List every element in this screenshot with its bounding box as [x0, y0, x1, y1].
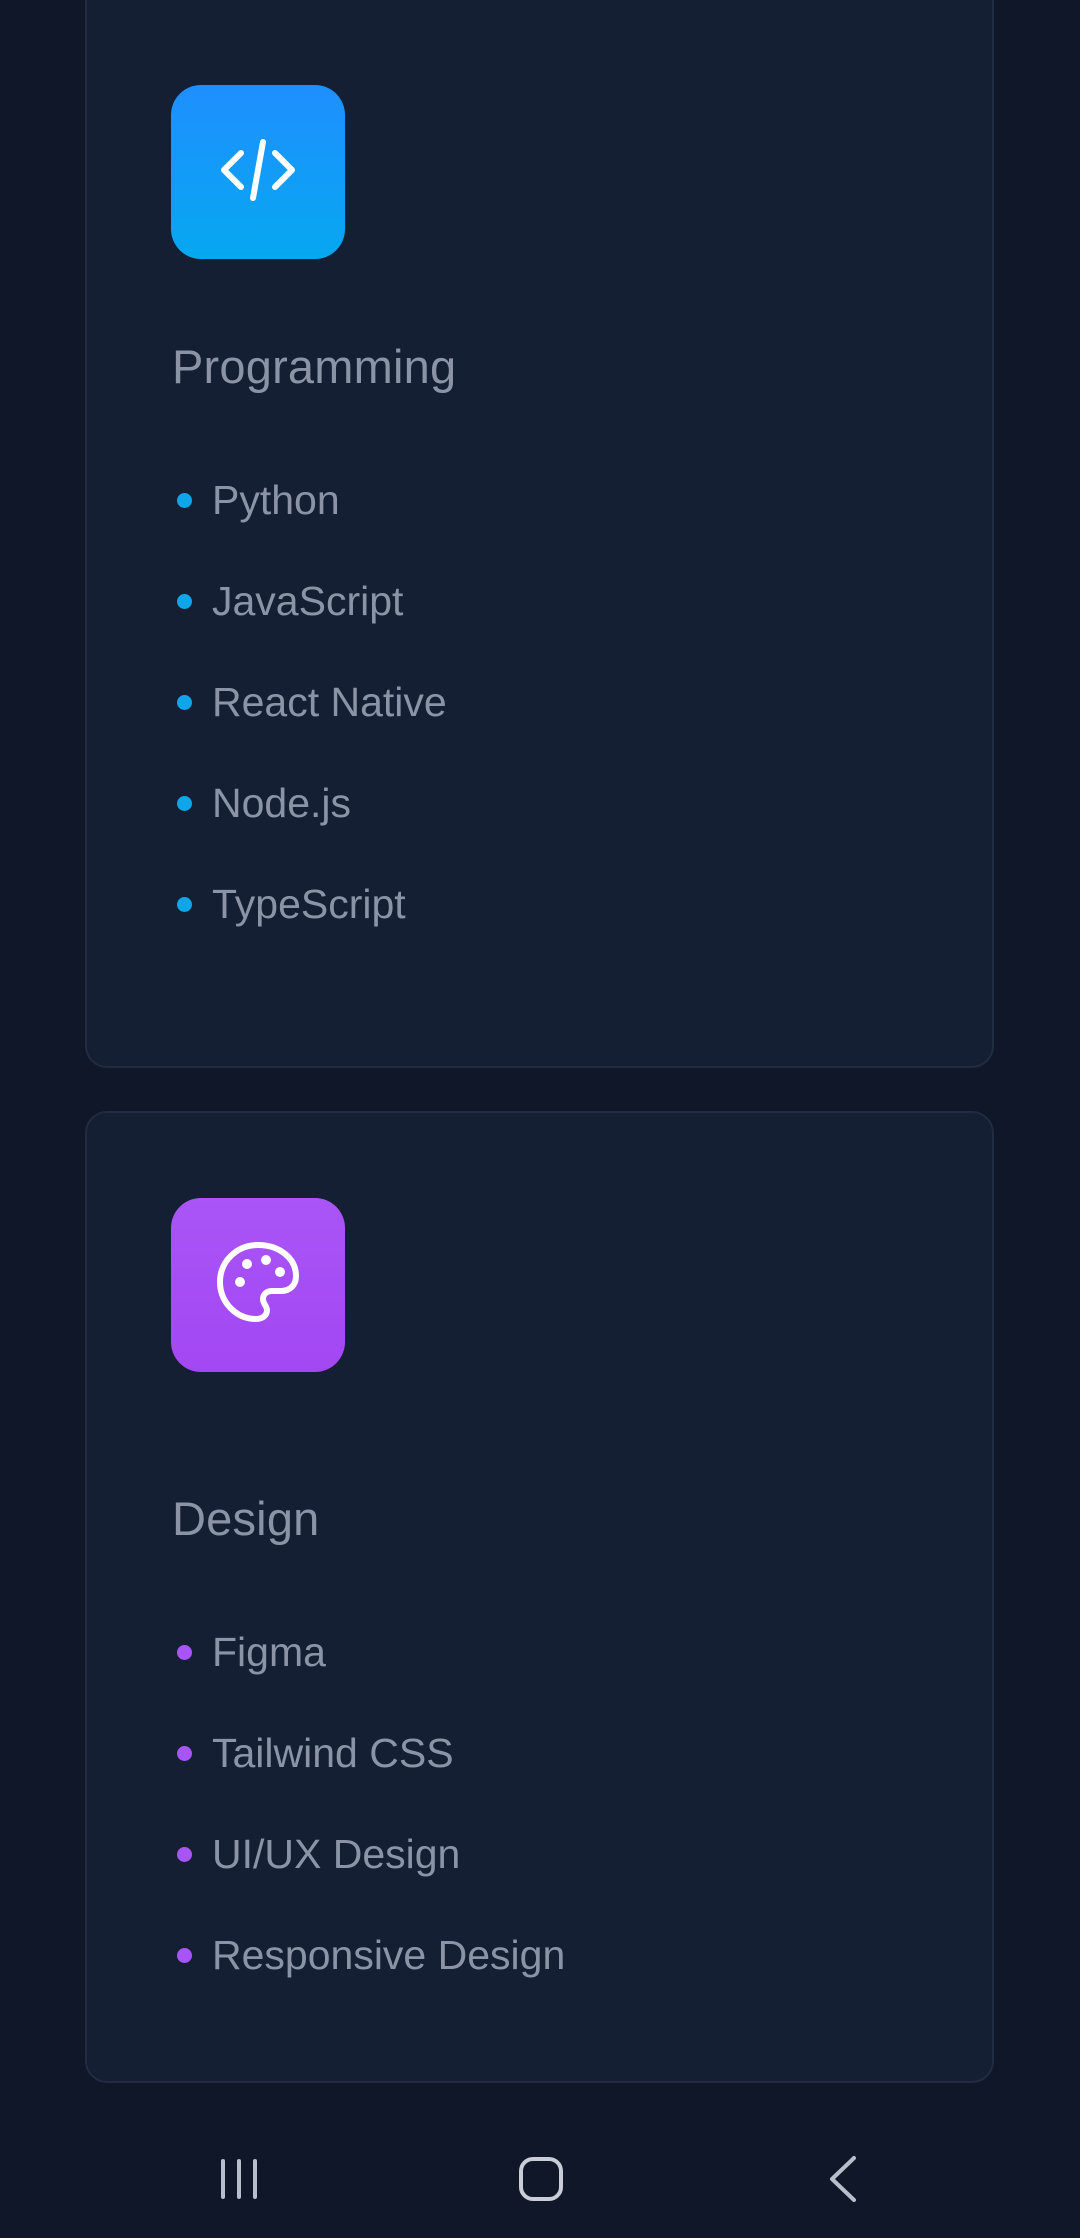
programming-icon-tile [171, 85, 345, 259]
skill-item: Figma [177, 1602, 565, 1703]
skill-item: Python [177, 450, 447, 551]
skill-item: Tailwind CSS [177, 1703, 565, 1804]
skill-item: JavaScript [177, 551, 447, 652]
skill-list: Python JavaScript React Native Node.js T… [177, 450, 447, 955]
skill-item: Node.js [177, 753, 447, 854]
bullet-dot [177, 1847, 192, 1862]
skill-label: UI/UX Design [212, 1831, 461, 1877]
bullet-dot [177, 594, 192, 609]
card-title: Programming [172, 340, 457, 393]
home-icon [517, 2155, 565, 2206]
skill-label: Python [212, 477, 340, 523]
skill-item: TypeScript [177, 854, 447, 955]
skill-card-design: Design Figma Tailwind CSS UI/UX Design R… [85, 1111, 994, 2083]
bullet-dot [177, 897, 192, 912]
recents-icon [215, 2157, 263, 2204]
bullet-dot [177, 796, 192, 811]
skill-list: Figma Tailwind CSS UI/UX Design Responsi… [177, 1602, 565, 2006]
skill-item: UI/UX Design [177, 1804, 565, 1905]
bullet-dot [177, 695, 192, 710]
bullet-dot [177, 1948, 192, 1963]
design-icon-tile [171, 1198, 345, 1372]
skill-card-programming: Programming Python JavaScript React Nati… [85, 0, 994, 1068]
skill-item: Responsive Design [177, 1905, 565, 2006]
skill-label: TypeScript [212, 881, 406, 927]
card-title: Design [172, 1492, 320, 1545]
back-button[interactable] [804, 2140, 884, 2220]
skill-item: React Native [177, 652, 447, 753]
bullet-dot [177, 1645, 192, 1660]
skill-label: Figma [212, 1629, 326, 1675]
code-icon [213, 125, 303, 220]
home-button[interactable] [501, 2140, 581, 2220]
system-navigation-bar [0, 2120, 1080, 2238]
bullet-dot [177, 493, 192, 508]
bullet-dot [177, 1746, 192, 1761]
palette-icon [212, 1237, 304, 1334]
back-icon [822, 2153, 866, 2208]
skills-screen: Programming Python JavaScript React Nati… [0, 0, 1080, 2238]
skill-label: Node.js [212, 780, 352, 826]
skill-label: Responsive Design [212, 1932, 566, 1978]
skill-label: JavaScript [212, 578, 404, 624]
recents-button[interactable] [199, 2140, 279, 2220]
skill-label: React Native [212, 679, 447, 725]
skill-label: Tailwind CSS [212, 1730, 454, 1776]
